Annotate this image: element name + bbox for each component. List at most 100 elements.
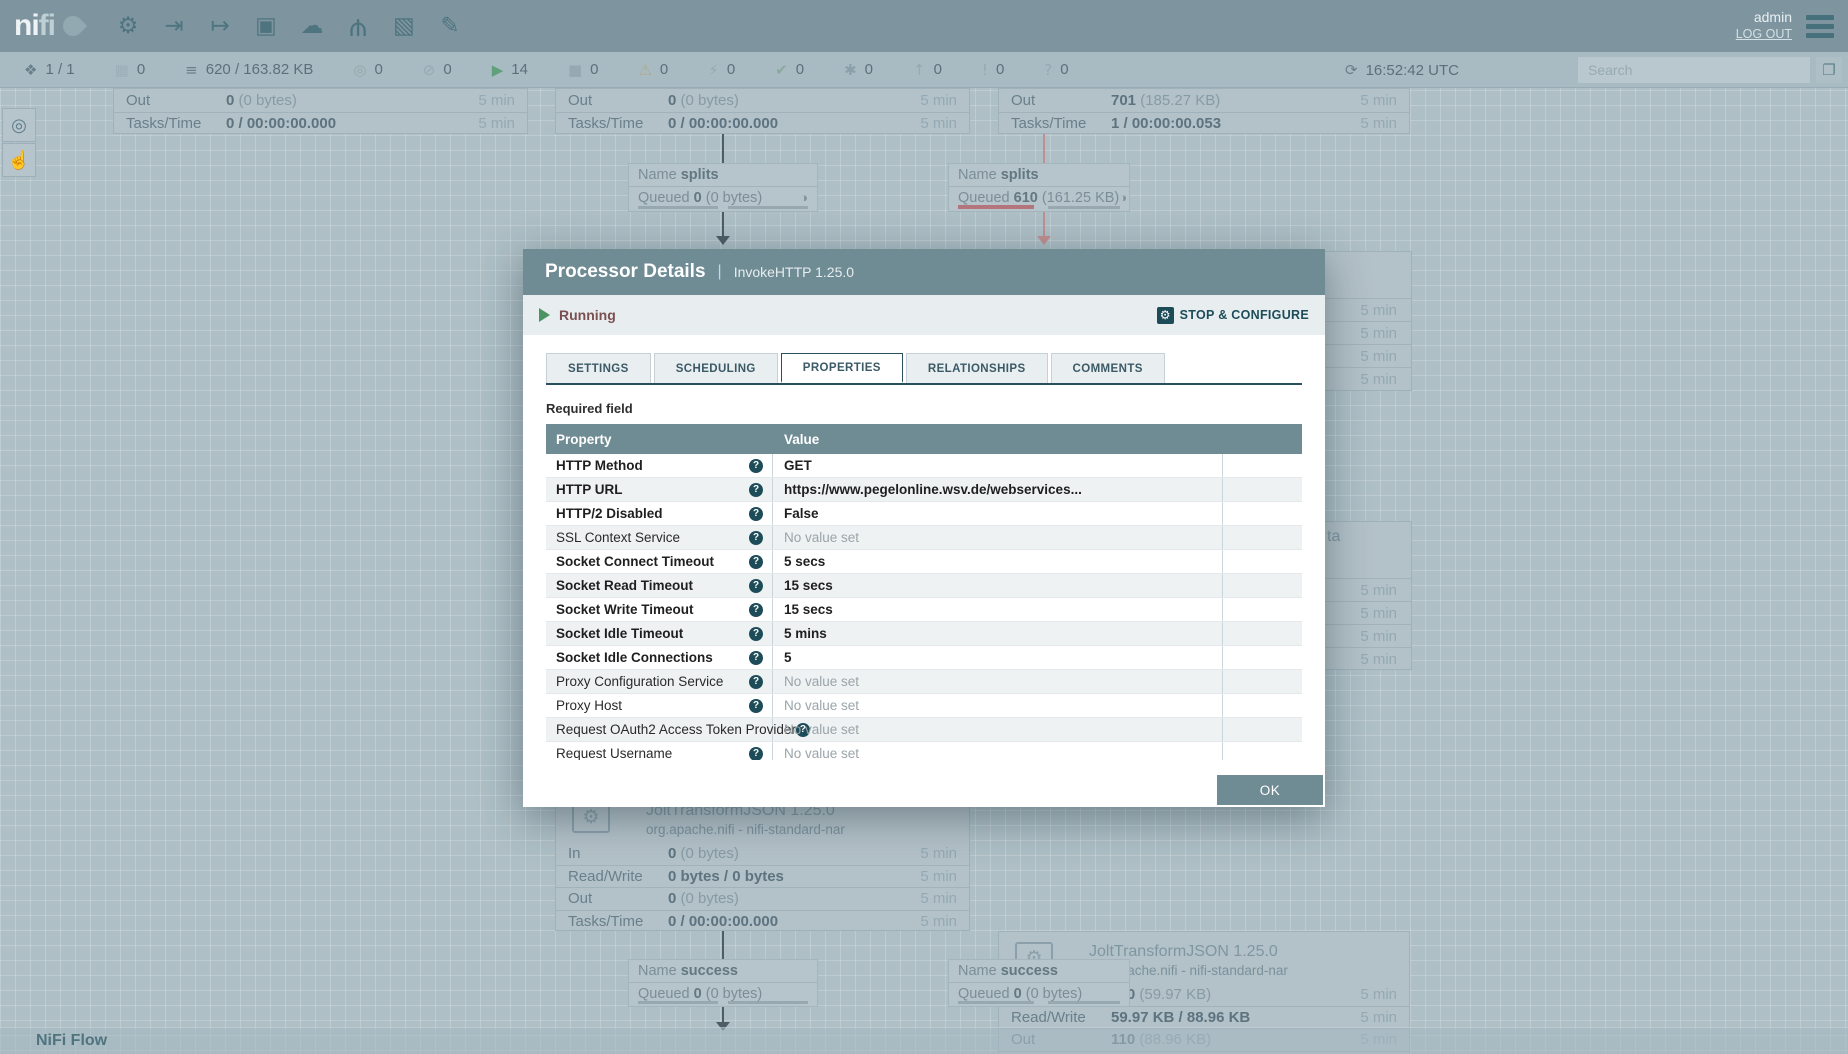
help-icon[interactable]: ? [749,579,763,593]
last-refresh-time: 16:52:42 UTC [1366,62,1459,79]
locate-icon: ◎ [11,115,27,136]
global-menu-icon[interactable] [1806,15,1834,38]
help-icon[interactable]: ? [749,531,763,545]
stat-row: Tasks/Time 1 / 00:00:00.053 5 min [999,112,1409,135]
logout-link[interactable]: LOG OUT [1736,27,1792,43]
help-icon[interactable]: ? [749,627,763,641]
connection-label-alert[interactable]: Name splits Queued 610 (161.25 KB)◑ [948,163,1130,212]
stat-row: Tasks/Time 0 / 00:00:00.000 5 min [556,112,969,135]
running-icon [539,308,550,322]
processor-node[interactable]: Out 701 (185.27 KB) 5 min Tasks/Time 1 /… [998,88,1410,134]
status-count: 620 / 163.82 KB [206,61,314,78]
tab-comments[interactable]: COMMENTS [1051,353,1165,383]
label-icon[interactable]: ✎ [433,9,467,43]
run-status-label: Running [559,307,616,323]
transmitting-status: ◎ 0 [353,61,382,79]
status-count: 0 [660,61,668,78]
processor-node-jolt[interactable]: ⚙ JoltTransformJSON 1.25.0 org.apache.ni… [555,790,970,931]
Request OAuth2 Access Token Provider: Request OAuth2 Access Token Provider ? N… [546,718,1302,742]
status-count: 0 [996,61,1004,78]
stale-status: ↑ 0 [913,61,942,79]
connection-line[interactable] [722,1006,724,1022]
stat-row: Tasks/Time 0 / 00:00:00.000 5 min [114,112,527,135]
stat-value: 0 / 00:00:00.000 [668,115,778,132]
up-to-date-status: ✔ 0 [775,61,804,79]
stat-label: Tasks/Time [568,913,668,930]
stat-row: Tasks/Time 0 / 00:00:00.000 5 min [556,910,969,932]
connection-line[interactable] [722,931,724,959]
connection-line-alert[interactable] [1043,134,1045,163]
connection-label[interactable]: Name splits Queued 0 (0 bytes)◑ [628,163,818,212]
connection-line-alert[interactable] [1043,212,1045,236]
search-input[interactable] [1578,57,1810,83]
refresh-icon[interactable]: ⟳ [1345,61,1358,79]
help-icon[interactable]: ? [749,603,763,617]
connection-line[interactable] [722,212,724,236]
connection-arrow-icon [1037,236,1051,245]
pan-hand-button[interactable]: ☝ [2,143,36,177]
property-value: No value set [784,530,859,545]
stat-row: Read/Write 59.97 KB / 88.96 KB 5 min [999,1006,1409,1029]
stat-row: Read/Write 0 bytes / 0 bytes 5 min [556,865,969,888]
stat-value: 0 [226,92,234,109]
remote-process-group-icon[interactable]: ☁ [295,9,329,43]
tab-scheduling[interactable]: SCHEDULING [654,353,778,383]
tab-settings[interactable]: SETTINGS [546,353,651,383]
help-icon[interactable]: ? [749,675,763,689]
output-port-icon[interactable]: ↦ [203,9,237,43]
status-count: 0 [590,61,598,78]
help-icon[interactable]: ? [749,555,763,569]
status-count: 0 [137,61,145,78]
breadcrumb[interactable]: NiFi Flow [36,1032,107,1050]
stat-window: 5 min [920,868,957,885]
HTTP Method: HTTP Method ? GET [546,454,1302,478]
stat-row: Out 0 (0 bytes) 5 min [556,887,969,910]
birdseye-button[interactable]: ◎ [2,108,36,142]
property-value: No value set [784,722,859,737]
status-count: 14 [511,61,528,78]
tab-relationships[interactable]: RELATIONSHIPS [906,353,1048,383]
stat-window: 5 min [1360,1009,1397,1026]
help-icon[interactable]: ? [749,651,763,665]
input-port-icon[interactable]: ⇥ [157,9,191,43]
stat-label: Tasks/Time [1011,115,1111,132]
ok-button[interactable]: OK [1217,775,1323,805]
help-icon[interactable]: ? [749,507,763,521]
connection-arrow-icon [716,236,730,245]
tab-properties[interactable]: PROPERTIES [781,353,903,383]
Request Username: Request Username ? No value set [546,742,1302,760]
refresh-status[interactable]: ⟳ 16:52:42 UTC [1345,52,1459,88]
stat-window: 5 min [920,92,957,109]
stat-value: 0 / 00:00:00.000 [226,115,336,132]
help-icon[interactable]: ? [749,699,763,713]
stat-window: 5 min [1360,92,1397,109]
dialog-tabs: SETTINGSSCHEDULINGPROPERTIESRELATIONSHIP… [546,353,1302,385]
property-value: 5 mins [784,626,827,641]
stat-label: Out [1011,92,1111,109]
property-name: Socket Idle Timeout [556,626,683,641]
connection-label[interactable]: Name success Queued 0 (0 bytes) [948,959,1130,1007]
stat-value: 701 [1111,92,1136,109]
processor-node[interactable]: Out 0 (0 bytes) 5 min Tasks/Time 0 / 00:… [113,88,528,134]
nifi-app: Out 0 (0 bytes) 5 min Tasks/Time 0 / 00:… [0,0,1848,1054]
status-bar: ❖ 1 / 1 ▦ 0 ≡ 620 / 163.82 KB ◎ 0 ⊘ 0 ▶ … [0,52,1848,88]
connection-label[interactable]: Name success Queued 0 (0 bytes) [628,959,818,1007]
processor-node[interactable]: Out 0 (0 bytes) 5 min Tasks/Time 0 / 00:… [555,88,970,134]
template-icon[interactable]: ▧ [387,9,421,43]
stop-and-configure-button[interactable]: ⚙ STOP & CONFIGURE [1157,307,1309,324]
help-icon[interactable]: ? [749,459,763,473]
process-group-icon[interactable]: ▣ [249,9,283,43]
stat-value: 0 [668,845,676,862]
property-value: No value set [784,746,859,760]
processor-icon[interactable]: ⚙ [111,9,145,43]
help-icon[interactable]: ? [749,747,763,761]
connection-line[interactable] [722,134,724,163]
Socket Read Timeout: Socket Read Timeout ? 15 secs [546,574,1302,598]
help-icon[interactable]: ? [749,483,763,497]
property-name: Socket Read Timeout [556,578,693,593]
funnel-icon[interactable]: Ψ [341,9,375,43]
stat-label: Out [568,92,668,109]
property-name: HTTP/2 Disabled [556,506,663,521]
bulletin-icon[interactable]: ❐ [1816,57,1842,83]
properties-table-header: Property Value [546,424,1302,454]
